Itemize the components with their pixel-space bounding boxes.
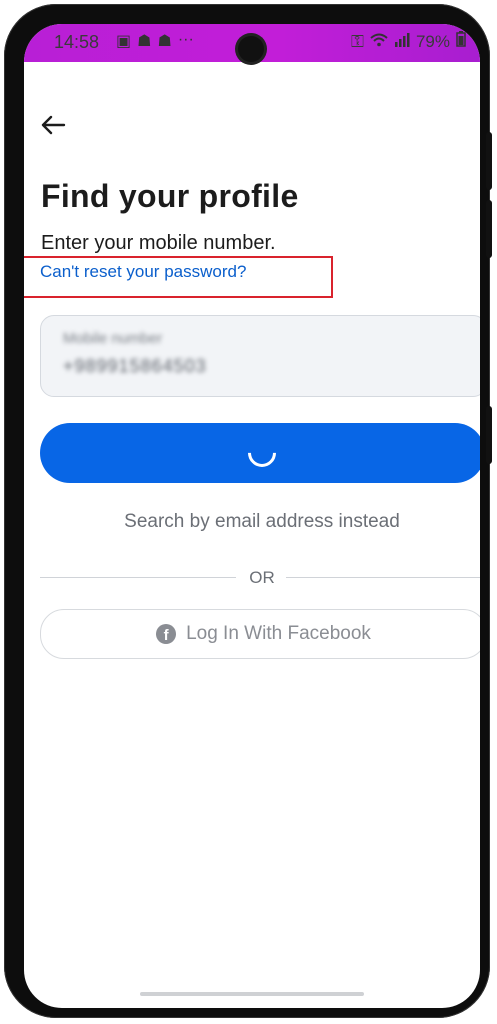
key-icon: ⚿: [351, 31, 364, 51]
mobile-number-label: Mobile number: [63, 330, 163, 347]
mobile-number-value: +989915864503: [63, 356, 207, 376]
battery-icon: [456, 31, 466, 52]
divider-line-right: [286, 577, 480, 578]
signal-icon: [394, 32, 410, 52]
page-title: Find your profile: [41, 178, 299, 214]
side-button-middle: [486, 200, 492, 258]
annotation-highlight-box: [24, 256, 333, 298]
mobile-number-field[interactable]: Mobile number +989915864503: [40, 315, 480, 397]
page-subtitle: Enter your mobile number.: [41, 232, 276, 254]
status-time: 14:58: [54, 32, 100, 52]
battery-percent: 79%: [415, 31, 450, 51]
continue-button[interactable]: [40, 423, 480, 483]
login-with-facebook-button[interactable]: f Log In With Facebook: [40, 609, 480, 659]
gallery-icon: ▣: [116, 33, 132, 50]
front-camera: [238, 36, 264, 62]
app-screen: 14:58 ▣ ☗ ☗ ··· ⚿ 79% Find your profile …: [24, 24, 480, 1008]
facebook-icon: f: [156, 624, 177, 644]
more-dots-icon: ···: [177, 31, 194, 48]
snapchat-icon: ☗: [137, 33, 152, 50]
power-button: [486, 406, 492, 464]
status-bar: 14:58 ▣ ☗ ☗ ··· ⚿ 79%: [24, 24, 480, 62]
status-left-icons: ▣ ☗ ☗ ···: [116, 31, 194, 51]
snapchat-icon: ☗: [157, 33, 172, 50]
wifi-icon: [370, 32, 388, 52]
side-button-upper: [486, 132, 492, 190]
home-indicator[interactable]: [140, 992, 364, 996]
phone-frame: 14:58 ▣ ☗ ☗ ··· ⚿ 79% Find your profile …: [4, 4, 492, 1018]
facebook-button-label: Log In With Facebook: [186, 623, 371, 644]
search-by-email-link[interactable]: Search by email address instead: [24, 511, 480, 533]
status-right-icons: ⚿ 79%: [351, 31, 466, 52]
back-arrow-icon[interactable]: [40, 110, 66, 142]
or-divider-label: OR: [249, 568, 275, 587]
loading-spinner-icon: [242, 433, 282, 473]
